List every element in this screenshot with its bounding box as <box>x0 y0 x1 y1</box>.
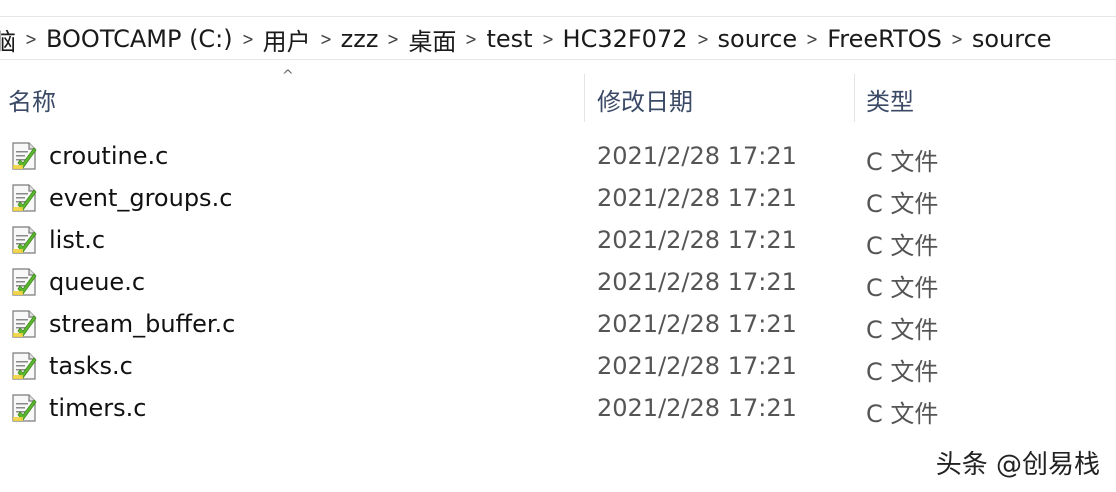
chevron-right-icon[interactable]: > <box>946 29 967 50</box>
c-file-icon <box>10 225 38 255</box>
breadcrumb-item[interactable]: 用户 <box>261 22 313 57</box>
file-modified-date: 2021/2/28 17:21 <box>597 142 797 170</box>
file-row[interactable]: stream_buffer.c 2021/2/28 17:21 C 文件 <box>0 304 1116 346</box>
file-name: stream_buffer.c <box>49 310 236 338</box>
chevron-right-icon[interactable]: > <box>21 29 42 50</box>
column-resize-handle[interactable] <box>584 74 585 122</box>
breadcrumb: 脑 > BOOTCAMP (C:) > 用户 > zzz > 桌面 > test… <box>0 17 1054 59</box>
sort-ascending-icon: ^ <box>282 68 294 84</box>
file-name: tasks.c <box>49 352 133 380</box>
breadcrumb-item[interactable]: source <box>970 25 1054 53</box>
breadcrumb-item[interactable]: FreeRTOS <box>825 25 944 53</box>
file-modified-date: 2021/2/28 17:21 <box>597 394 797 422</box>
column-resize-handle[interactable] <box>854 74 855 122</box>
file-type: C 文件 <box>866 274 939 302</box>
column-header-type[interactable]: 类型 <box>866 82 914 117</box>
file-modified-date: 2021/2/28 17:21 <box>597 184 797 212</box>
file-type: C 文件 <box>866 190 939 218</box>
column-header-date[interactable]: 修改日期 <box>597 82 693 117</box>
breadcrumb-item[interactable]: 脑 <box>0 22 18 57</box>
file-type: C 文件 <box>866 232 939 260</box>
file-row[interactable]: croutine.c 2021/2/28 17:21 C 文件 <box>0 136 1116 178</box>
file-row[interactable]: queue.c 2021/2/28 17:21 C 文件 <box>0 262 1116 304</box>
c-file-icon <box>10 393 38 423</box>
file-type: C 文件 <box>866 316 939 344</box>
column-header-name[interactable]: 名称 <box>8 82 56 117</box>
chevron-right-icon[interactable]: > <box>383 29 404 50</box>
file-row[interactable]: tasks.c 2021/2/28 17:21 C 文件 <box>0 346 1116 388</box>
c-file-icon <box>10 309 38 339</box>
file-row[interactable]: event_groups.c 2021/2/28 17:21 C 文件 <box>0 178 1116 220</box>
file-modified-date: 2021/2/28 17:21 <box>597 352 797 380</box>
column-header-row: ^ 名称 修改日期 类型 <box>0 68 1116 124</box>
chevron-right-icon[interactable]: > <box>692 29 713 50</box>
chevron-right-icon[interactable]: > <box>315 29 336 50</box>
file-row[interactable]: timers.c 2021/2/28 17:21 C 文件 <box>0 388 1116 430</box>
file-name: list.c <box>49 226 106 254</box>
file-name: event_groups.c <box>49 184 233 212</box>
c-file-icon <box>10 351 38 381</box>
chevron-right-icon[interactable]: > <box>802 29 823 50</box>
breadcrumb-item[interactable]: test <box>484 25 534 53</box>
file-modified-date: 2021/2/28 17:21 <box>597 226 797 254</box>
chevron-right-icon[interactable]: > <box>237 29 258 50</box>
c-file-icon <box>10 183 38 213</box>
file-modified-date: 2021/2/28 17:21 <box>597 268 797 296</box>
address-bar[interactable]: 脑 > BOOTCAMP (C:) > 用户 > zzz > 桌面 > test… <box>0 16 1116 60</box>
c-file-icon <box>10 267 38 297</box>
breadcrumb-item[interactable]: zzz <box>339 25 381 53</box>
chevron-right-icon[interactable]: > <box>537 29 558 50</box>
file-modified-date: 2021/2/28 17:21 <box>597 310 797 338</box>
watermark: 头条 @创易栈 <box>935 450 1100 480</box>
chevron-right-icon[interactable]: > <box>461 29 482 50</box>
c-file-icon <box>10 141 38 171</box>
file-type: C 文件 <box>866 400 939 428</box>
file-name: croutine.c <box>49 142 169 170</box>
breadcrumb-item[interactable]: HC32F072 <box>561 25 690 53</box>
file-type: C 文件 <box>866 358 939 386</box>
file-name: timers.c <box>49 394 147 422</box>
file-name: queue.c <box>49 268 146 296</box>
breadcrumb-item[interactable]: source <box>716 25 800 53</box>
file-row[interactable]: list.c 2021/2/28 17:21 C 文件 <box>0 220 1116 262</box>
file-list: croutine.c 2021/2/28 17:21 C 文件 event_group… <box>0 136 1116 430</box>
breadcrumb-item[interactable]: BOOTCAMP (C:) <box>44 25 235 53</box>
file-type: C 文件 <box>866 148 939 176</box>
breadcrumb-item[interactable]: 桌面 <box>406 22 458 57</box>
